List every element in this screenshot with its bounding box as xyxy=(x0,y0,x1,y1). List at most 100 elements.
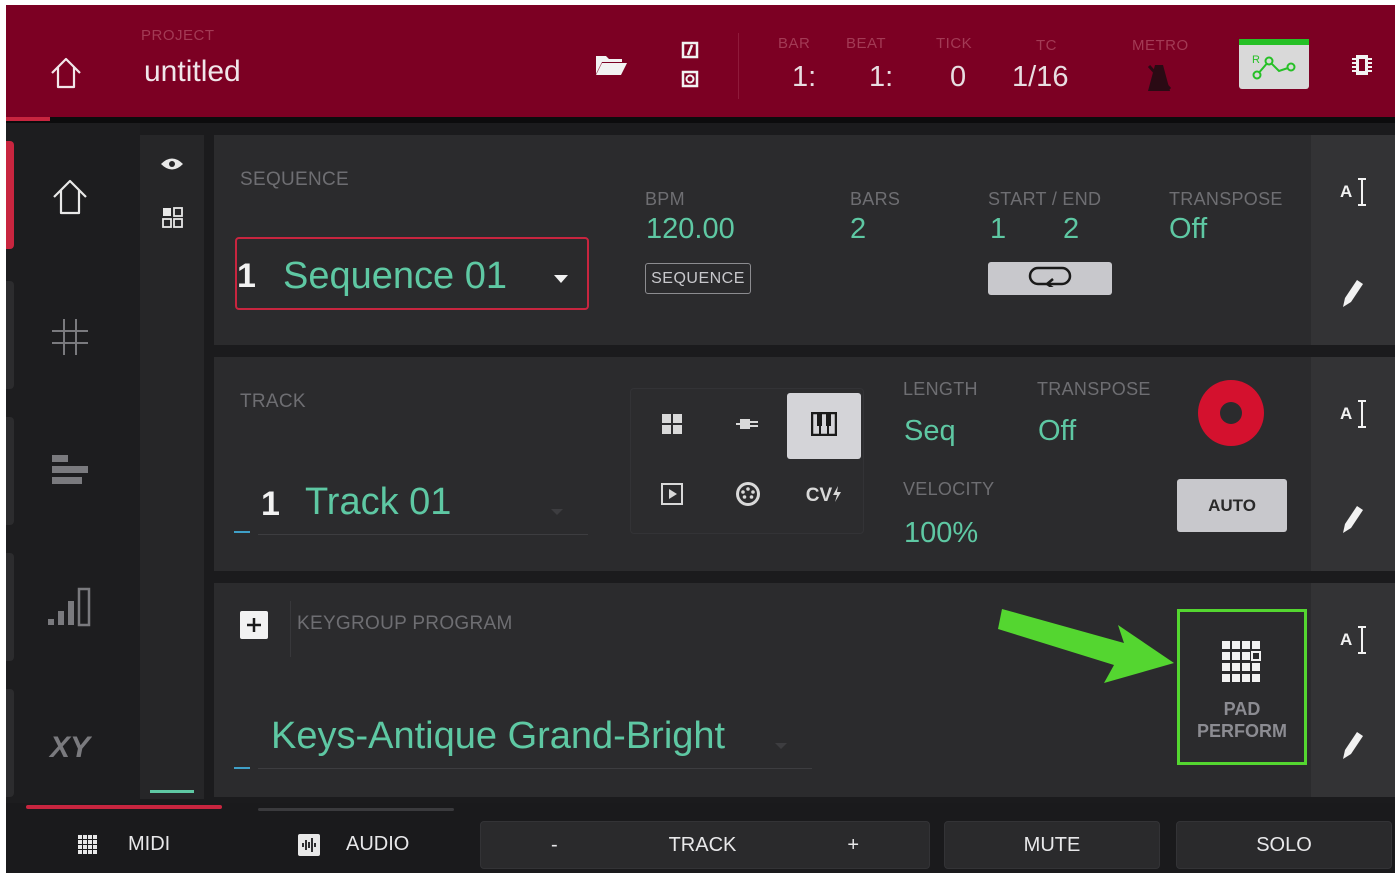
track-nav-group: - TRACK + xyxy=(480,821,930,869)
pads-grid-icon xyxy=(1222,641,1262,688)
metronome-icon[interactable] xyxy=(1146,63,1172,98)
track-type-grid: CV xyxy=(630,388,864,534)
bars-label: BARS xyxy=(850,189,901,209)
start-value[interactable]: 1 xyxy=(990,213,1006,246)
sequence-button[interactable]: SEQUENCE xyxy=(645,263,751,294)
home-icon[interactable] xyxy=(46,173,94,221)
sequence-transpose-value[interactable]: Off xyxy=(1169,213,1207,246)
app-window: PROJECT untitled BAR 1: BEAT 1: TICK 0 T… xyxy=(6,5,1395,873)
pencil-icon[interactable] xyxy=(1339,729,1365,766)
header-shadow xyxy=(6,117,1395,123)
track-next-button[interactable]: + xyxy=(847,834,859,857)
track-type-drum[interactable] xyxy=(635,393,709,459)
length-value[interactable]: Seq xyxy=(904,415,956,448)
bpm-label: BPM xyxy=(645,189,685,209)
track-label: TRACK xyxy=(240,391,306,412)
sidebar-tab-levels[interactable] xyxy=(6,553,14,661)
cv-label: CV xyxy=(805,485,833,506)
record-button[interactable] xyxy=(1197,379,1265,452)
program-divider xyxy=(290,601,291,657)
project-name[interactable]: untitled xyxy=(144,55,241,89)
audio-indicator xyxy=(258,808,454,811)
pencil-icon[interactable] xyxy=(1339,277,1365,314)
mute-button[interactable]: MUTE xyxy=(944,821,1160,869)
pencil-icon[interactable] xyxy=(1339,503,1365,540)
sequence-number: 1 xyxy=(237,257,256,295)
solo-button[interactable]: SOLO xyxy=(1176,821,1392,869)
text-edit-icon[interactable]: A xyxy=(1338,399,1368,434)
automation-icon[interactable]: R xyxy=(1239,39,1309,89)
svg-text:A: A xyxy=(1340,182,1352,201)
folder-icon[interactable] xyxy=(594,52,628,81)
svg-text:A: A xyxy=(1340,630,1352,649)
grid-view-icon[interactable] xyxy=(162,207,184,234)
bar-label: BAR xyxy=(778,35,811,52)
project-label: PROJECT xyxy=(141,27,215,44)
midi-port-icon xyxy=(735,481,761,512)
track-type-midi[interactable] xyxy=(711,463,785,529)
program-name: Keys-Antique Grand-Bright xyxy=(271,715,726,757)
sidebar-tab-pads[interactable] xyxy=(6,281,14,389)
program-selector[interactable]: Keys-Antique Grand-Bright xyxy=(258,705,812,769)
audio-tab[interactable]: AUDIO xyxy=(258,821,454,869)
home-icon[interactable] xyxy=(46,53,86,93)
sidebar-tab-list[interactable] xyxy=(6,417,14,525)
sequence-selector[interactable]: 1 Sequence 01 xyxy=(235,237,589,310)
sidebar-tab-xy[interactable] xyxy=(6,689,14,797)
tick-label: TICK xyxy=(936,35,973,52)
bpm-value[interactable]: 120.00 xyxy=(646,213,735,246)
pads-icon[interactable] xyxy=(46,313,94,361)
bar-value[interactable]: 1: xyxy=(792,61,816,94)
keygroup-program-label: KEYGROUP PROGRAM xyxy=(297,613,513,634)
chevron-down-icon[interactable] xyxy=(553,271,569,289)
sequence-transpose-label: TRANSPOSE xyxy=(1169,189,1283,209)
sequence-label: SEQUENCE xyxy=(240,169,350,190)
annotation-arrow xyxy=(996,585,1186,690)
tc-label: TC xyxy=(1036,37,1057,54)
lightning-icon xyxy=(832,485,842,507)
eye-icon[interactable] xyxy=(160,157,184,176)
drum-grid-icon xyxy=(661,413,683,440)
pad-perform-line2: PERFORM xyxy=(1197,721,1287,741)
tc-value[interactable]: 1/16 xyxy=(1012,61,1068,94)
loop-button[interactable] xyxy=(988,262,1112,295)
chevron-down-icon[interactable] xyxy=(550,503,564,521)
track-type-plugin[interactable] xyxy=(711,393,785,459)
tick-value[interactable]: 0 xyxy=(950,61,966,94)
svg-text:R: R xyxy=(1252,54,1260,66)
midi-tab[interactable]: MIDI xyxy=(26,821,222,869)
view-column-indicator xyxy=(150,790,194,793)
track-transpose-value[interactable]: Off xyxy=(1038,415,1076,448)
list-icon[interactable] xyxy=(46,447,94,495)
pad-perform-button[interactable]: PAD PERFORM xyxy=(1177,609,1307,765)
sidebar-tab-home[interactable] xyxy=(6,141,14,249)
auto-button[interactable]: AUTO xyxy=(1177,479,1287,532)
track-type-clip[interactable] xyxy=(635,463,709,529)
header-bar: PROJECT untitled BAR 1: BEAT 1: TICK 0 T… xyxy=(6,5,1395,117)
tools-icon[interactable] xyxy=(1350,53,1374,82)
svg-text:A: A xyxy=(1340,404,1352,423)
undo-redo-icon[interactable] xyxy=(681,41,701,96)
midi-label: MIDI xyxy=(128,833,171,855)
track-type-cv[interactable]: CV xyxy=(787,463,861,529)
beat-value[interactable]: 1: xyxy=(869,61,893,94)
midi-active-indicator xyxy=(26,805,222,809)
track-transpose-label: TRANSPOSE xyxy=(1037,379,1151,399)
text-edit-icon[interactable]: A xyxy=(1338,625,1368,660)
xy-icon[interactable]: XY xyxy=(46,719,94,767)
chevron-down-icon[interactable] xyxy=(774,737,788,755)
sequence-name: Sequence 01 xyxy=(283,255,507,297)
track-selector[interactable]: 1 Track 01 xyxy=(258,477,588,535)
clip-play-icon xyxy=(661,482,683,510)
track-type-keygroup[interactable] xyxy=(787,393,861,459)
levels-icon[interactable] xyxy=(46,583,94,631)
text-edit-icon[interactable]: A xyxy=(1338,177,1368,212)
track-prev-button[interactable]: - xyxy=(551,834,558,857)
plugin-icon xyxy=(736,415,760,438)
header-divider xyxy=(738,33,739,99)
velocity-value[interactable]: 100% xyxy=(904,517,978,550)
program-dash xyxy=(234,767,250,769)
bars-value[interactable]: 2 xyxy=(850,213,866,246)
end-value[interactable]: 2 xyxy=(1063,213,1079,246)
plus-icon[interactable] xyxy=(240,611,268,639)
